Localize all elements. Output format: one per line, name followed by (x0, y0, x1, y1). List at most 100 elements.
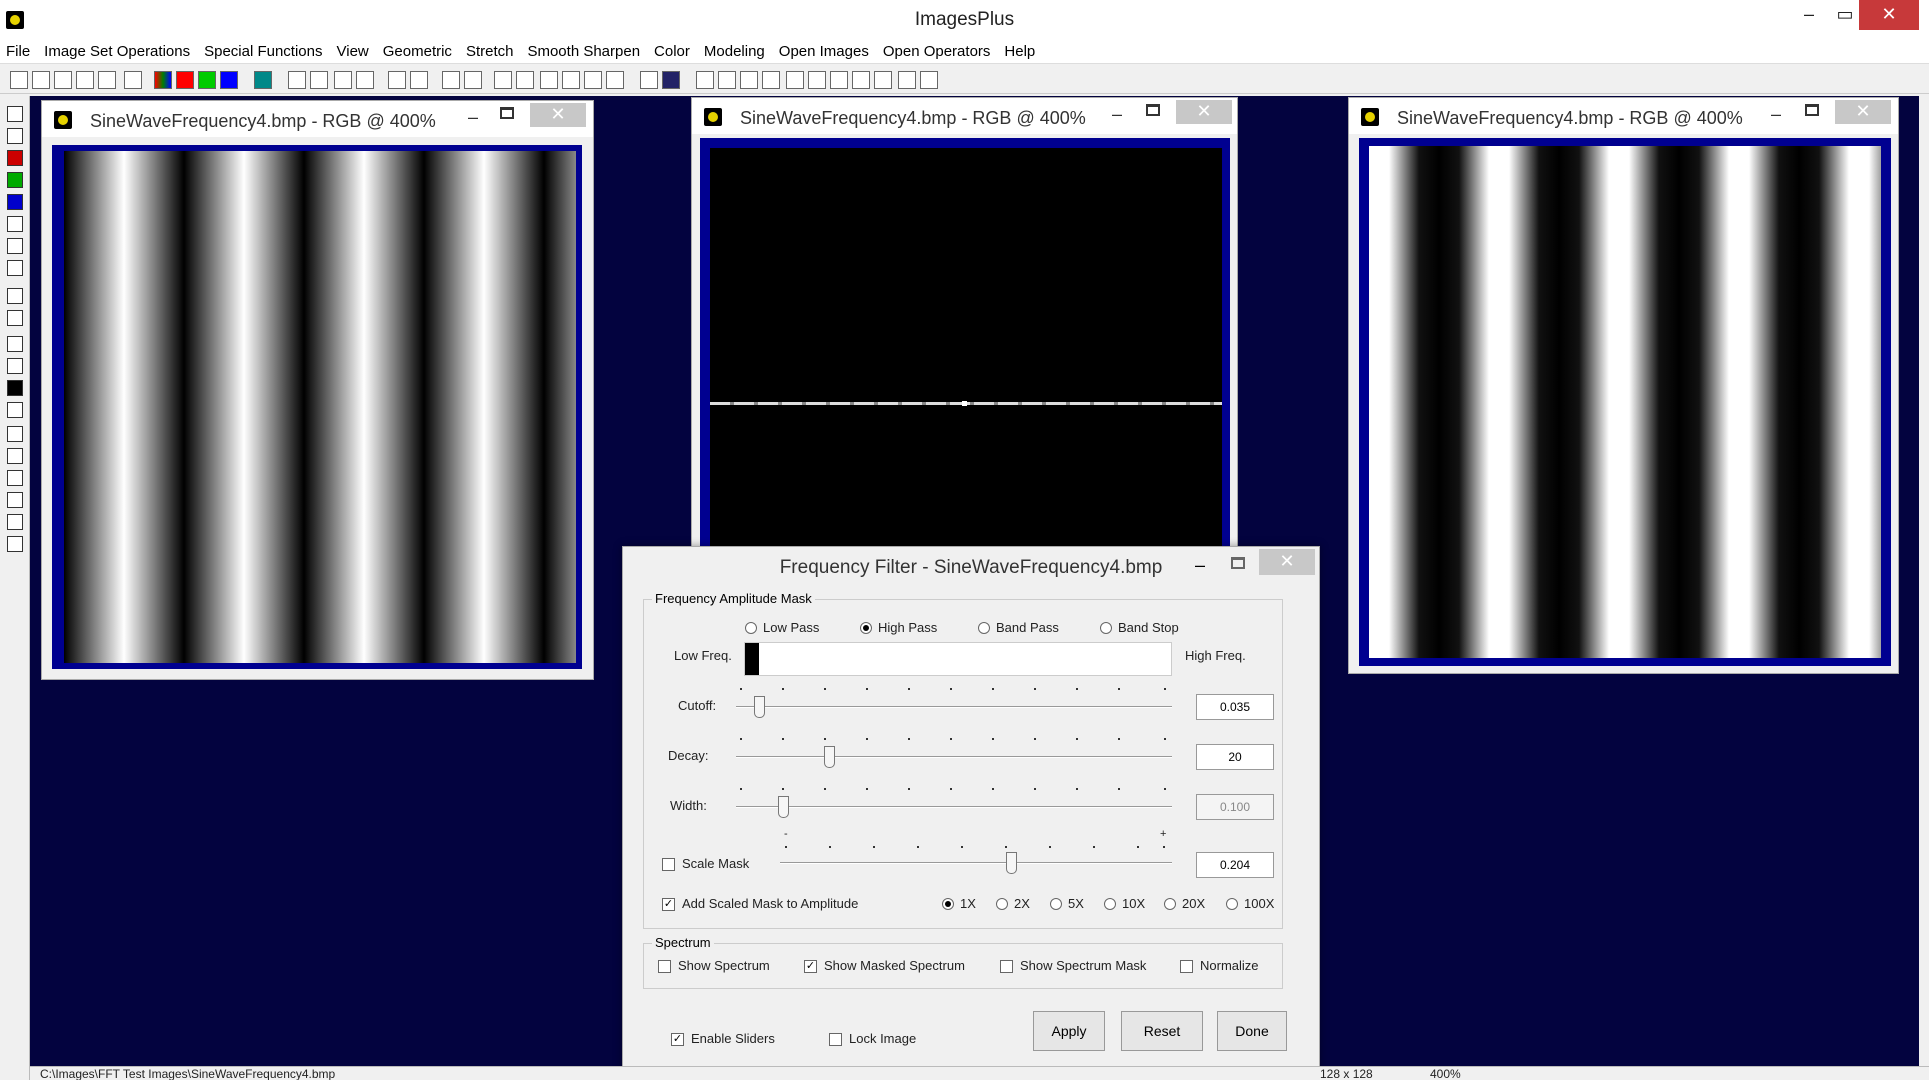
show-spectrum-mask-checkbox[interactable] (1000, 960, 1013, 973)
cancel-icon[interactable] (98, 71, 116, 89)
menu-help[interactable]: Help (1004, 43, 1035, 60)
window-close-button[interactable]: ✕ (530, 103, 586, 127)
cutoff-slider-thumb[interactable] (754, 696, 765, 718)
frame-medium-icon[interactable] (852, 71, 870, 89)
red-mask-icon[interactable] (7, 150, 23, 166)
histogram-icon[interactable] (494, 71, 512, 89)
mask-gray-icon[interactable] (7, 238, 23, 254)
menu-geometric[interactable]: Geometric (383, 43, 452, 60)
undo-icon[interactable] (288, 71, 306, 89)
frame-large-icon[interactable] (830, 71, 848, 89)
show-spectrum-checkbox[interactable] (658, 960, 671, 973)
spectrum-image[interactable] (710, 148, 1222, 558)
radio-1x[interactable] (942, 898, 954, 910)
crosshair-icon[interactable] (540, 71, 558, 89)
gradient-icon[interactable] (7, 310, 23, 326)
show-masked-spectrum-checkbox[interactable]: ✓ (804, 960, 817, 973)
radio-low-pass[interactable] (745, 622, 757, 634)
normalize-checkbox[interactable] (1180, 960, 1193, 973)
layers-icon[interactable] (7, 358, 23, 374)
zoom-plus-icon[interactable] (786, 71, 804, 89)
radio-20x[interactable] (1164, 898, 1176, 910)
lasso-icon[interactable] (7, 288, 23, 304)
zoom-minus-icon[interactable] (808, 71, 826, 89)
image-window-title-bar[interactable]: SineWaveFrequency4.bmp - RGB @ 400% – ✕ (1349, 98, 1898, 134)
zoom-fit-icon[interactable] (740, 71, 758, 89)
dots-icon[interactable] (442, 71, 460, 89)
rgb-channels-icon[interactable] (154, 71, 172, 89)
copy-icon[interactable] (124, 71, 142, 89)
undo-all-icon[interactable] (334, 71, 352, 89)
cutoff-slider-track[interactable] (736, 706, 1172, 708)
mask-invert-icon[interactable] (7, 216, 23, 232)
cutoff-value-field[interactable]: 0.035 (1196, 694, 1274, 720)
mask-tool-icon[interactable] (7, 128, 23, 144)
reset-button[interactable]: Reset (1121, 1011, 1203, 1051)
red-channel-icon[interactable] (176, 71, 194, 89)
menu-image-set-operations[interactable]: Image Set Operations (44, 43, 190, 60)
menu-color[interactable]: Color (654, 43, 690, 60)
scale-mask-value-field[interactable]: 0.204 (1196, 852, 1274, 878)
crosshair-alt-icon[interactable] (562, 71, 580, 89)
menu-open-operators[interactable]: Open Operators (883, 43, 991, 60)
scale-mask-slider-thumb[interactable] (1006, 852, 1017, 874)
menu-open-images[interactable]: Open Images (779, 43, 869, 60)
zoom-in-icon[interactable] (696, 71, 714, 89)
image-info-icon[interactable] (606, 71, 624, 89)
window-close-button[interactable]: ✕ (1835, 100, 1891, 124)
frame-smaller-icon[interactable] (898, 71, 916, 89)
save-tool-icon[interactable] (7, 106, 23, 122)
apply-button[interactable]: Apply (1033, 1011, 1105, 1051)
radio-band-pass[interactable] (978, 622, 990, 634)
frame-smallest-icon[interactable] (920, 71, 938, 89)
scale-mask-checkbox[interactable] (662, 858, 675, 871)
save-icon[interactable] (54, 71, 72, 89)
decay-slider-track[interactable] (736, 756, 1172, 758)
blue-mask-icon[interactable] (7, 194, 23, 210)
decay-slider-thumb[interactable] (824, 746, 835, 768)
width-slider-thumb[interactable] (778, 796, 789, 818)
lock-image-checkbox[interactable] (829, 1033, 842, 1046)
grid-icon[interactable] (254, 71, 272, 89)
image-window-1[interactable]: SineWaveFrequency4.bmp - RGB @ 400% – ✕ (41, 100, 594, 680)
window-minimize-button[interactable]: – (1771, 104, 1781, 125)
arrow-up-icon[interactable] (7, 448, 23, 464)
curve-icon[interactable] (516, 71, 534, 89)
radio-band-stop[interactable] (1100, 622, 1112, 634)
pencil-icon[interactable] (640, 71, 658, 89)
point-select-icon[interactable] (464, 71, 482, 89)
radio-10x[interactable] (1104, 898, 1116, 910)
image-window-3[interactable]: SineWaveFrequency4.bmp - RGB @ 400% – ✕ (1348, 97, 1899, 674)
menu-file[interactable]: File (6, 43, 30, 60)
decay-value-field[interactable]: 20 (1196, 744, 1274, 770)
new-icon[interactable] (10, 71, 28, 89)
width-value-field[interactable]: 0.100 (1196, 794, 1274, 820)
redo-all-icon[interactable] (356, 71, 374, 89)
rotate-right-icon[interactable] (7, 514, 23, 530)
black-point-icon[interactable] (7, 380, 23, 396)
rotate-left-icon[interactable] (7, 492, 23, 508)
menu-smooth-sharpen[interactable]: Smooth Sharpen (527, 43, 640, 60)
blue-channel-icon[interactable] (220, 71, 238, 89)
green-mask-icon[interactable] (7, 172, 23, 188)
select-region-icon[interactable] (7, 402, 23, 418)
window-close-button[interactable]: ✕ (1176, 100, 1232, 124)
filtered-image[interactable] (1369, 146, 1881, 658)
width-slider-track[interactable] (736, 806, 1172, 808)
image-window-2[interactable]: SineWaveFrequency4.bmp - RGB @ 400% – ✕ (691, 97, 1238, 558)
radio-100x[interactable] (1226, 898, 1238, 910)
calculator-icon[interactable] (584, 71, 602, 89)
done-button[interactable]: Done (1217, 1011, 1287, 1051)
menu-special-functions[interactable]: Special Functions (204, 43, 322, 60)
window-maximize-button[interactable] (500, 107, 514, 119)
zoom-actual-icon[interactable] (762, 71, 780, 89)
menu-stretch[interactable]: Stretch (466, 43, 514, 60)
dialog-title-bar[interactable]: Frequency Filter - SineWaveFrequency4.bm… (623, 547, 1319, 585)
window-minimize-button[interactable]: – (1112, 104, 1122, 125)
radio-5x[interactable] (1050, 898, 1062, 910)
window-minimize-button[interactable]: – (468, 107, 478, 128)
add-scaled-mask-checkbox[interactable]: ✓ (662, 898, 675, 911)
green-channel-icon[interactable] (198, 71, 216, 89)
scale-mask-slider-track[interactable] (780, 862, 1172, 864)
zoom-out-icon[interactable] (718, 71, 736, 89)
